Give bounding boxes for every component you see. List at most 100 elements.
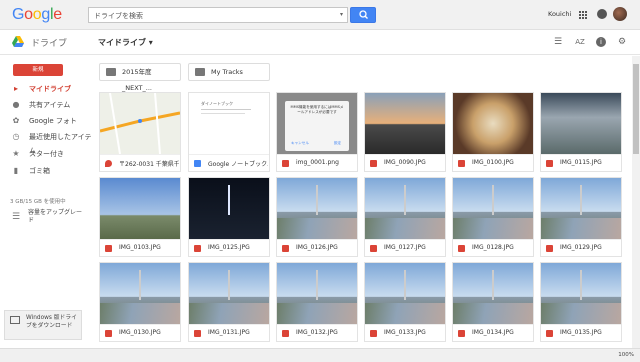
file-name: IMG_0126.JPG — [296, 244, 338, 251]
station-photo — [541, 93, 621, 154]
file-card[interactable]: IMG_0103.JPG — [99, 177, 181, 257]
file-name: IMG_0115.JPG — [560, 159, 602, 166]
clock-icon: ◷ — [12, 132, 20, 141]
sort-icon[interactable]: AZ — [575, 37, 585, 47]
sidebar-item-starred[interactable]: ★ スター付き — [0, 147, 92, 161]
folder-icon — [195, 68, 205, 76]
file-card[interactable]: 〒262-0031 千葉県千... — [99, 92, 181, 172]
photos-icon: ✿ — [12, 116, 20, 125]
search-button[interactable] — [350, 7, 376, 23]
file-card[interactable]: MMS機能を使用するにはMMSメールアドレスが必要です キャンセル 設定 img… — [276, 92, 358, 172]
search-options-icon[interactable]: ▾ — [340, 11, 343, 18]
sunset-photo — [365, 93, 445, 154]
dialog-text: MMS機能を使用するにはMMSメールアドレスが必要です — [290, 105, 344, 114]
sidebar-item-my-drive[interactable]: ▸ マイドライブ — [0, 82, 92, 96]
skytree-photo — [189, 263, 269, 324]
dialog-cancel: キャンセル — [291, 141, 309, 145]
image-file-icon — [546, 160, 553, 167]
file-name: IMG_0125.JPG — [208, 244, 250, 251]
user-name[interactable]: Kouichi — [548, 10, 571, 18]
people-icon: ● — [12, 100, 20, 109]
sidebar-item-recent[interactable]: ◷ 最近使用したアイテム — [0, 130, 92, 156]
skytree-photo — [100, 263, 180, 324]
file-card[interactable]: IMG_0090.JPG — [364, 92, 446, 172]
image-file-icon — [282, 330, 289, 337]
google-logo[interactable]: Google — [12, 6, 62, 24]
night-tower-photo — [189, 178, 269, 239]
file-name: IMG_0132.JPG — [296, 329, 338, 336]
skytree-photo — [453, 178, 533, 239]
avatar[interactable] — [613, 7, 627, 21]
skytree-photo — [365, 178, 445, 239]
file-name: IMG_0131.JPG — [208, 329, 250, 336]
download-windows-button[interactable]: Windows 版ドライブをダウンロード — [4, 310, 82, 340]
monitor-icon — [10, 316, 20, 324]
file-card[interactable]: IMG_0128.JPG — [452, 177, 534, 257]
upgrade-storage-link[interactable]: ☰ 容量をアップグレード — [10, 209, 90, 229]
file-card[interactable]: IMG_0126.JPG — [276, 177, 358, 257]
search-icon — [359, 10, 368, 19]
download-label: Windows 版ドライブをダウンロード — [26, 315, 77, 329]
file-name: IMG_0129.JPG — [560, 244, 602, 251]
file-card[interactable]: IMG_0127.JPG — [364, 177, 446, 257]
sidebar-item-label: Google フォト — [29, 117, 77, 125]
sidebar-item-label: マイドライブ — [29, 85, 71, 93]
info-icon[interactable]: i — [596, 37, 606, 47]
file-card[interactable]: IMG_0132.JPG — [276, 262, 358, 342]
sidebar-item-label: 共有アイテム — [29, 101, 71, 109]
file-card[interactable]: IMG_0100.JPG — [452, 92, 534, 172]
drive-header — [0, 30, 640, 55]
storage-usage: 3 GB/15 GB を使用中 — [10, 199, 66, 205]
folder-item[interactable]: 2015年度_NEXT_... — [99, 63, 181, 92]
map-pin-icon — [105, 160, 112, 167]
map-thumbnail — [100, 93, 180, 154]
file-card[interactable]: IMG_0129.JPG — [540, 177, 622, 257]
image-file-icon — [458, 330, 465, 337]
file-card[interactable]: IMG_0134.JPG — [452, 262, 534, 342]
file-name: Google ノートブック... — [208, 161, 268, 168]
file-card[interactable]: ダイノートブック Google ノートブック... — [188, 92, 270, 172]
folder-item[interactable]: My Tracks — [188, 63, 270, 81]
location-dropdown[interactable]: マイドライブ ▾ — [98, 37, 153, 48]
skytree-photo — [541, 263, 621, 324]
zoom-level[interactable]: 100% — [618, 352, 634, 358]
new-button[interactable]: 新規 — [13, 64, 63, 76]
storage-icon: ☰ — [12, 212, 21, 222]
star-icon: ★ — [12, 149, 20, 158]
drive-logo-icon — [12, 36, 24, 47]
sidebar-item-photos[interactable]: ✿ Google フォト — [0, 114, 92, 128]
doc-icon — [194, 160, 201, 167]
trash-icon: ▮ — [13, 166, 19, 175]
image-file-icon — [546, 245, 553, 252]
sidebar-item-label: ゴミ箱 — [29, 167, 50, 175]
image-file-icon — [282, 160, 289, 167]
status-bar: 100% — [0, 348, 640, 362]
dialog-ok: 設定 — [333, 141, 341, 145]
search-input[interactable]: ドライブを検索 ▾ — [88, 7, 348, 23]
app-title: ドライブ — [31, 39, 68, 49]
file-card[interactable]: IMG_0131.JPG — [188, 262, 270, 342]
image-file-icon — [194, 330, 201, 337]
sidebar-item-shared[interactable]: ● 共有アイテム — [0, 98, 92, 112]
document-thumbnail: ダイノートブック — [189, 93, 269, 154]
settings-gear-icon[interactable]: ⚙ — [617, 37, 627, 47]
file-card[interactable]: IMG_0133.JPG — [364, 262, 446, 342]
file-card[interactable]: IMG_0125.JPG — [188, 177, 270, 257]
apps-grid-icon[interactable] — [578, 10, 587, 19]
file-card[interactable]: IMG_0130.JPG — [99, 262, 181, 342]
upgrade-label: 容量をアップグレード — [28, 209, 83, 224]
list-view-icon[interactable]: ☰ — [553, 37, 563, 47]
screenshot-thumbnail: MMS機能を使用するにはMMSメールアドレスが必要です キャンセル 設定 — [277, 93, 357, 154]
file-card[interactable]: IMG_0115.JPG — [540, 92, 622, 172]
file-card[interactable]: IMG_0135.JPG — [540, 262, 622, 342]
sidebar-item-trash[interactable]: ▮ ゴミ箱 — [0, 164, 92, 178]
vertical-scrollbar[interactable] — [632, 56, 640, 348]
image-file-icon — [458, 245, 465, 252]
image-file-icon — [458, 160, 465, 167]
file-name: IMG_0100.JPG — [472, 159, 514, 166]
shared-folder-icon — [106, 68, 116, 76]
scrollbar-thumb[interactable] — [633, 64, 639, 154]
notifications-icon[interactable] — [597, 9, 607, 19]
image-file-icon — [105, 330, 112, 337]
skytree-photo — [277, 178, 357, 239]
